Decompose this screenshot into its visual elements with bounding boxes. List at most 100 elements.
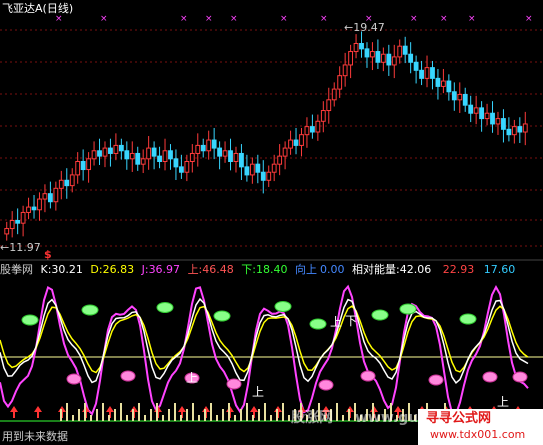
volume-bar bbox=[138, 403, 140, 421]
volume-bar bbox=[114, 409, 116, 421]
candle-body bbox=[304, 126, 310, 136]
volume-bar bbox=[270, 415, 272, 421]
candle-body bbox=[315, 120, 321, 133]
up-annotation-1: 上 bbox=[186, 371, 199, 385]
candle-body bbox=[457, 93, 463, 101]
energy-value: 42.06 bbox=[399, 263, 432, 276]
candle-body bbox=[451, 91, 457, 101]
watermark-www: www.gu bbox=[355, 410, 419, 426]
volume-bar bbox=[180, 415, 182, 421]
low-price-value: 11.97 bbox=[9, 241, 41, 254]
up-annotation-2: 上 bbox=[252, 385, 265, 399]
candle-body bbox=[189, 152, 195, 162]
candle-body bbox=[31, 206, 37, 211]
watermark-url: www.tdx001.com bbox=[430, 428, 526, 441]
volume-bar bbox=[264, 403, 266, 421]
watermark-gu: 股涨网 bbox=[291, 410, 333, 426]
candle-body bbox=[479, 107, 485, 120]
trough-marker bbox=[120, 370, 136, 382]
k-value: 30.21 bbox=[51, 263, 83, 276]
candle-body bbox=[364, 48, 370, 58]
candle-body bbox=[47, 193, 53, 203]
high-price-label: ←19.47 bbox=[344, 21, 385, 34]
top-x-marker: × bbox=[440, 14, 448, 24]
candle-body bbox=[108, 147, 113, 154]
candle-body bbox=[184, 161, 190, 173]
period-label: (日线) bbox=[42, 2, 74, 15]
volume-bar bbox=[186, 409, 188, 421]
trough-marker bbox=[512, 371, 528, 383]
candle-body bbox=[173, 158, 179, 168]
candle-body bbox=[118, 144, 124, 152]
peak-marker bbox=[399, 303, 417, 315]
watermark-badge: 寻寻公式网 www.tdx001.com bbox=[418, 409, 543, 445]
candle-body bbox=[320, 110, 326, 122]
trough-marker bbox=[428, 374, 444, 386]
candle-body bbox=[522, 123, 528, 133]
candle-body bbox=[129, 152, 135, 160]
j-label: J: bbox=[141, 263, 149, 276]
candle-body bbox=[331, 88, 337, 101]
trough-marker bbox=[66, 373, 82, 385]
top-x-marker: × bbox=[280, 14, 288, 24]
candle-body bbox=[293, 139, 299, 146]
volume-bar bbox=[84, 403, 86, 421]
peak-marker bbox=[213, 310, 231, 322]
candle-body bbox=[260, 171, 266, 181]
peak-marker bbox=[309, 318, 327, 330]
candle-body bbox=[80, 161, 86, 171]
candle-body bbox=[484, 112, 490, 120]
candle-body bbox=[435, 77, 441, 87]
candle-body bbox=[69, 174, 75, 187]
volume-bar bbox=[90, 415, 92, 421]
candle-body bbox=[102, 147, 108, 157]
candle-body bbox=[506, 128, 512, 136]
candle-body bbox=[200, 144, 206, 152]
candle-body bbox=[135, 152, 141, 165]
j-value: 36.97 bbox=[148, 263, 181, 276]
top-x-marker: × bbox=[525, 14, 533, 24]
volume-bar bbox=[102, 403, 104, 421]
candle-body bbox=[86, 158, 92, 171]
candle-body bbox=[342, 64, 348, 77]
candle-body bbox=[359, 43, 364, 50]
candle-body bbox=[146, 147, 152, 160]
candle-body bbox=[151, 147, 157, 157]
volume-bar bbox=[174, 403, 176, 421]
peak-marker bbox=[371, 309, 389, 321]
candle-body bbox=[391, 56, 397, 66]
volume-bar bbox=[198, 415, 200, 421]
candle-body bbox=[206, 139, 212, 152]
candle-body bbox=[413, 61, 419, 71]
candle-body bbox=[299, 134, 304, 146]
candle-body bbox=[97, 150, 102, 157]
trough-marker bbox=[360, 370, 376, 382]
top-x-marker: × bbox=[410, 14, 418, 24]
candle-body bbox=[91, 150, 97, 160]
volume-bar bbox=[246, 403, 248, 421]
top-x-marker: × bbox=[100, 14, 108, 24]
turn-value: 0.00 bbox=[320, 263, 345, 276]
candle-body bbox=[64, 179, 70, 187]
volume-bar bbox=[288, 415, 290, 421]
candle-body bbox=[468, 104, 474, 114]
candle-body bbox=[380, 53, 386, 63]
volume-bar bbox=[60, 409, 62, 421]
volume-bar bbox=[252, 415, 254, 421]
chart-title: 飞亚达A(日线) bbox=[2, 2, 73, 15]
candle-body bbox=[157, 155, 162, 163]
value-red: 22.93 bbox=[442, 263, 475, 276]
volume-bar bbox=[168, 409, 170, 421]
candle-body bbox=[282, 147, 288, 157]
low-price-label: ←11.97 bbox=[0, 241, 41, 254]
volume-bar bbox=[342, 415, 344, 421]
candle-body bbox=[408, 53, 414, 63]
candle-body bbox=[348, 51, 354, 66]
candle-body bbox=[277, 155, 283, 165]
volume-bar bbox=[258, 409, 260, 421]
volume-bar bbox=[66, 403, 68, 421]
candle-body bbox=[9, 220, 15, 230]
candle-body bbox=[419, 69, 424, 79]
candle-body bbox=[195, 144, 201, 154]
candle-body bbox=[430, 67, 435, 79]
